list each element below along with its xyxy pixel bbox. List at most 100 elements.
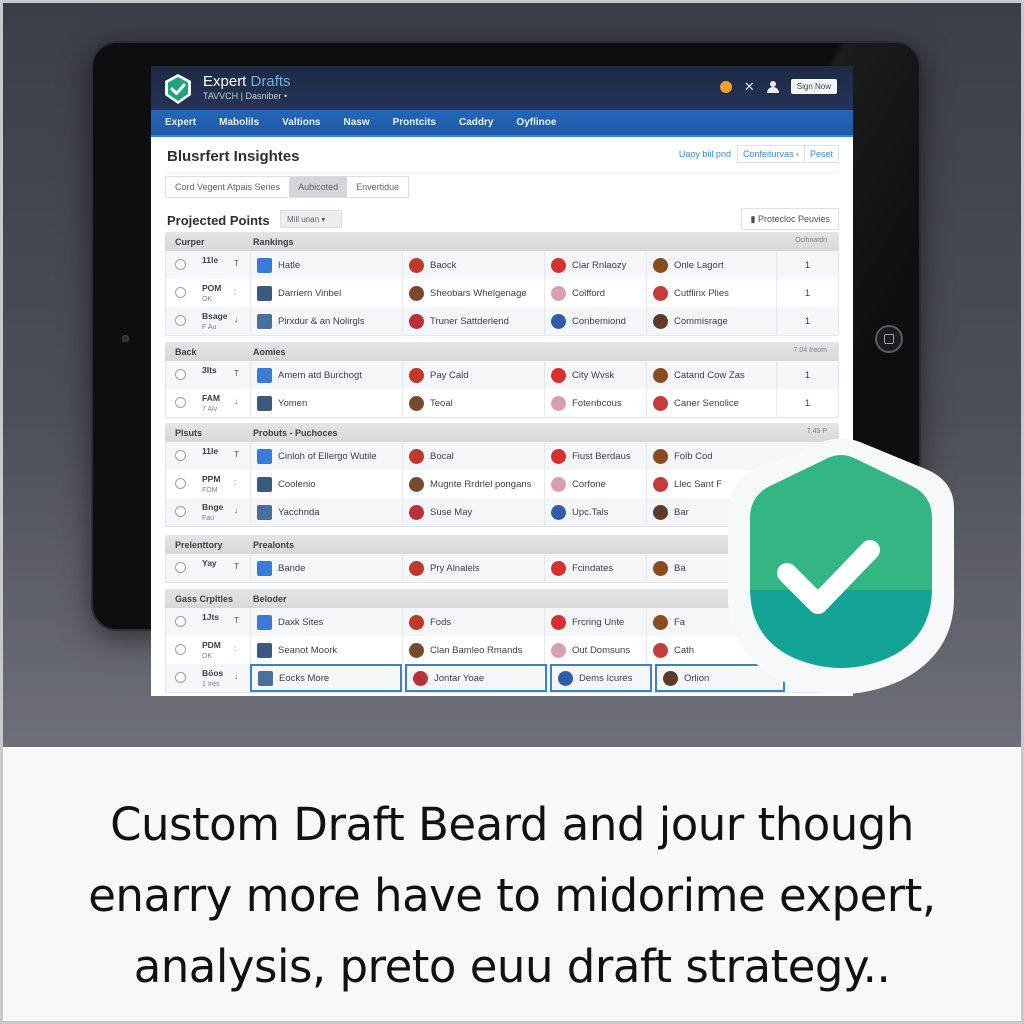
reset-button[interactable]: Peset bbox=[804, 145, 839, 163]
player-cell[interactable]: Conbemiond bbox=[544, 307, 646, 335]
row-select-radio[interactable] bbox=[175, 672, 186, 683]
player-cell[interactable]: Pay Cald bbox=[402, 361, 544, 389]
player-cell[interactable]: Pirxdur & an Nolirgls bbox=[250, 307, 402, 335]
player-cell[interactable]: Fiust Berdaus bbox=[544, 442, 646, 470]
player-avatar-icon bbox=[551, 504, 566, 520]
player-name: Fotenbcous bbox=[572, 397, 622, 409]
segment-tab-active[interactable]: Aubicoted bbox=[289, 177, 348, 197]
player-cell[interactable]: Pry Alnalels bbox=[402, 554, 544, 582]
player-cell[interactable]: Commisrage bbox=[646, 307, 776, 335]
player-cell[interactable]: Suse May bbox=[402, 498, 544, 526]
player-name: Frcring Unte bbox=[572, 616, 625, 628]
tools-icon[interactable]: ✕ bbox=[744, 80, 755, 93]
player-cell[interactable]: Colfford bbox=[544, 279, 646, 307]
player-cell[interactable]: Yacchnda bbox=[250, 498, 402, 526]
player-cell[interactable]: Bande bbox=[250, 554, 402, 582]
player-cell[interactable]: Yomen bbox=[250, 389, 402, 417]
player-cell[interactable]: Coolenio bbox=[250, 470, 402, 498]
nav-item[interactable]: Caddry bbox=[459, 117, 493, 128]
row-select-radio[interactable] bbox=[175, 644, 186, 655]
header-link[interactable]: Uaoy biil pnd bbox=[679, 149, 731, 159]
table-row[interactable]: POM OK: Darriern Vinbel Sheobars Whelgenage… bbox=[166, 279, 838, 307]
player-cell[interactable]: Jontar Yoae bbox=[405, 664, 547, 692]
player-name: Upc.Tals bbox=[572, 506, 609, 518]
player-cell[interactable]: Fods bbox=[402, 608, 544, 636]
coin-icon[interactable] bbox=[719, 80, 732, 93]
row-select-radio[interactable] bbox=[175, 369, 186, 380]
nav-item[interactable]: Nasw bbox=[344, 117, 370, 128]
player-avatar-icon bbox=[409, 448, 424, 464]
player-cell[interactable]: Out Domsuns bbox=[544, 636, 646, 664]
player-cell[interactable]: Upc.Tals bbox=[544, 498, 646, 526]
player-cell[interactable]: Seanot Moork bbox=[250, 636, 402, 664]
player-cell[interactable]: Eocks More bbox=[250, 664, 402, 692]
player-name: Eocks More bbox=[279, 672, 330, 684]
player-cell[interactable]: Amem atd Burchogt bbox=[250, 361, 402, 389]
player-cell[interactable]: Darriern Vinbel bbox=[250, 279, 402, 307]
projected-points-select[interactable]: Mill unan ▾ bbox=[280, 210, 342, 228]
nav-item[interactable]: Prontcits bbox=[393, 117, 436, 128]
player-cell[interactable]: City Wvsk bbox=[544, 361, 646, 389]
row-select-radio[interactable] bbox=[175, 506, 186, 517]
row-select-radio[interactable] bbox=[175, 397, 186, 408]
player-cell[interactable]: Ciar Rnlaozy bbox=[544, 251, 646, 279]
player-cell[interactable]: Dems Icures bbox=[550, 664, 652, 692]
player-avatar-icon bbox=[653, 313, 668, 329]
player-cell[interactable]: Fcindates bbox=[544, 554, 646, 582]
nav-item[interactable]: Valtions bbox=[282, 117, 320, 128]
segment-tab[interactable]: Envertidue bbox=[347, 177, 409, 197]
rank-value: 1 bbox=[776, 389, 838, 417]
row-meta-primary: Yay bbox=[202, 558, 217, 568]
row-meta: Bnge Fau bbox=[202, 502, 223, 524]
player-name: Coolenio bbox=[278, 478, 316, 490]
row-select-radio[interactable] bbox=[175, 616, 186, 627]
player-cell[interactable]: Mugnte Rrdrlel pongans bbox=[402, 470, 544, 498]
row-select-radio[interactable] bbox=[175, 259, 186, 270]
row-select-radio[interactable] bbox=[175, 562, 186, 573]
table-row[interactable]: FAM 7 Alv ↓ Yomen Teoal Fotenbcous Caner Senol… bbox=[166, 389, 838, 417]
player-cell[interactable]: Bocal bbox=[402, 442, 544, 470]
player-name: Corfone bbox=[572, 478, 606, 490]
row-select-radio[interactable] bbox=[175, 478, 186, 489]
player-cell[interactable]: Teoal bbox=[402, 389, 544, 417]
player-cell[interactable]: Clan Bamleo Rmands bbox=[402, 636, 544, 664]
row-marker: T bbox=[234, 616, 239, 625]
player-cell[interactable]: Corfone bbox=[544, 470, 646, 498]
player-avatar-icon bbox=[551, 285, 566, 301]
table-row[interactable]: 11le T Hatle Baock Ciar Rnlaozy Onle Lagort 1 bbox=[166, 251, 838, 279]
segment-tab[interactable]: Cord Vegent Atpais Series bbox=[166, 177, 290, 197]
player-cell[interactable]: Baock bbox=[402, 251, 544, 279]
protection-preview-button[interactable]: ▮ Protecloc Peuvies bbox=[741, 208, 839, 230]
player-cell[interactable]: Frcring Unte bbox=[544, 608, 646, 636]
sign-in-button[interactable]: Sign Now bbox=[790, 79, 837, 94]
configure-button[interactable]: Confeiturvas ‹ bbox=[736, 145, 805, 163]
nav-item[interactable]: Mabolils bbox=[219, 117, 259, 128]
player-cell[interactable]: Onle Lagort bbox=[646, 251, 776, 279]
player-cell[interactable]: Catand Cow Zas bbox=[646, 361, 776, 389]
home-button[interactable] bbox=[875, 325, 903, 353]
player-group: Curper Rankings Ocihnatdn 11le T Hatle Baock Ci… bbox=[165, 232, 839, 336]
row-select-radio[interactable] bbox=[175, 287, 186, 298]
player-avatar-icon bbox=[653, 395, 668, 411]
player-avatar-icon bbox=[653, 476, 668, 492]
player-cell[interactable]: Sheobars Whelgenage bbox=[402, 279, 544, 307]
player-cell[interactable]: Cutflinx Plies bbox=[646, 279, 776, 307]
player-name: Dems Icures bbox=[579, 672, 633, 684]
player-cell[interactable]: Hatle bbox=[250, 251, 402, 279]
player-cell[interactable]: Daxk Sites bbox=[250, 608, 402, 636]
table-row[interactable]: Bsage F Au ↓ Pirxdur & an Nolirgls Truner Sa… bbox=[166, 307, 838, 335]
nav-item[interactable]: Expert bbox=[165, 117, 196, 128]
user-icon[interactable] bbox=[766, 80, 779, 93]
projected-points-bar: Projected Points Mill unan ▾ ▮ Protecloc… bbox=[165, 208, 839, 232]
row-select-radio[interactable] bbox=[175, 450, 186, 461]
player-name: Clan Bamleo Rmands bbox=[430, 644, 523, 656]
row-meta-secondary: OK bbox=[202, 296, 213, 303]
player-cell[interactable]: Fotenbcous bbox=[544, 389, 646, 417]
player-cell[interactable]: Truner Sattderlend bbox=[402, 307, 544, 335]
row-marker: T bbox=[234, 259, 239, 268]
table-row[interactable]: 3Its T Amem atd Burchogt Pay Cald City Wvsk C… bbox=[166, 361, 838, 389]
player-cell[interactable]: Caner Senolice bbox=[646, 389, 776, 417]
row-select-radio[interactable] bbox=[175, 315, 186, 326]
nav-item[interactable]: Oyflinoe bbox=[516, 117, 556, 128]
player-cell[interactable]: Cinloh of Ellergo Wutile bbox=[250, 442, 402, 470]
